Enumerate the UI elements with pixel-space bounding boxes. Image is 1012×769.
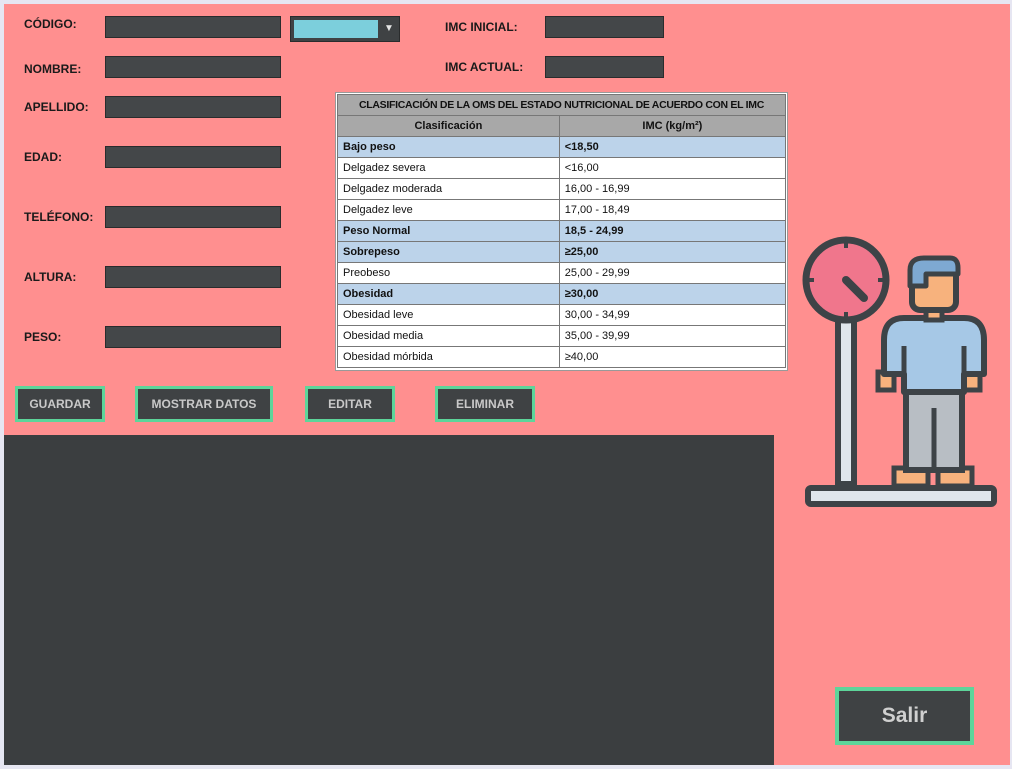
imc-actual-field[interactable] bbox=[545, 56, 664, 78]
imc-row-value: 16,00 - 16,99 bbox=[558, 178, 787, 200]
data-output-area[interactable] bbox=[4, 435, 774, 765]
imc-row-value: 18,5 - 24,99 bbox=[558, 220, 787, 242]
imc-row-value: 25,00 - 29,99 bbox=[558, 262, 787, 284]
edad-field[interactable] bbox=[105, 146, 281, 168]
codigo-combobox[interactable]: ▼ bbox=[290, 16, 400, 42]
imc-row-classification: Peso Normal bbox=[337, 220, 560, 242]
combobox-selected-value bbox=[294, 20, 378, 38]
peso-label: PESO: bbox=[24, 330, 62, 344]
imc-table-row: Obesidad media 35,00 - 39,99 bbox=[337, 325, 787, 347]
imc-inicial-label: IMC INICIAL: bbox=[445, 20, 518, 34]
altura-field[interactable] bbox=[105, 266, 281, 288]
imc-table-row: Obesidad ≥30,00 bbox=[337, 283, 787, 305]
edad-label: EDAD: bbox=[24, 150, 62, 164]
imc-inicial-input[interactable] bbox=[546, 17, 663, 37]
codigo-label: CÓDIGO: bbox=[24, 17, 77, 31]
imc-header-value: IMC (kg/m²) bbox=[558, 115, 787, 137]
imc-row-classification: Obesidad bbox=[337, 283, 560, 305]
imc-row-value: 30,00 - 34,99 bbox=[558, 304, 787, 326]
guardar-button[interactable]: GUARDAR bbox=[15, 386, 105, 422]
imc-row-value: ≥30,00 bbox=[558, 283, 787, 305]
imc-classification-table: CLASIFICACIÓN DE LA OMS DEL ESTADO NUTRI… bbox=[335, 92, 788, 371]
imc-table-row: Sobrepeso ≥25,00 bbox=[337, 241, 787, 263]
imc-row-classification: Delgadez moderada bbox=[337, 178, 560, 200]
imc-table-row: Delgadez severa <16,00 bbox=[337, 157, 787, 179]
telefono-field[interactable] bbox=[105, 206, 281, 228]
imc-row-value: <18,50 bbox=[558, 136, 787, 158]
altura-input[interactable] bbox=[106, 267, 280, 287]
imc-table-row: Preobeso 25,00 - 29,99 bbox=[337, 262, 787, 284]
triangle-down-icon[interactable]: ▼ bbox=[381, 20, 397, 38]
person-on-scale-icon bbox=[802, 236, 997, 507]
imc-row-classification: Obesidad mórbida bbox=[337, 346, 560, 368]
peso-field[interactable] bbox=[105, 326, 281, 348]
imc-row-classification: Preobeso bbox=[337, 262, 560, 284]
imc-row-value: ≥25,00 bbox=[558, 241, 787, 263]
imc-row-classification: Obesidad media bbox=[337, 325, 560, 347]
imc-row-classification: Delgadez severa bbox=[337, 157, 560, 179]
nombre-field[interactable] bbox=[105, 56, 281, 78]
editar-button[interactable]: EDITAR bbox=[305, 386, 395, 422]
imc-table-row: Peso Normal 18,5 - 24,99 bbox=[337, 220, 787, 242]
telefono-label: TELÉFONO: bbox=[24, 210, 94, 224]
apellido-label: APELLIDO: bbox=[24, 100, 89, 114]
salir-button[interactable]: Salir bbox=[835, 687, 974, 745]
apellido-field[interactable] bbox=[105, 96, 281, 118]
imc-table-row: Obesidad leve 30,00 - 34,99 bbox=[337, 304, 787, 326]
imc-table-row: Delgadez moderada 16,00 - 16,99 bbox=[337, 178, 787, 200]
apellido-input[interactable] bbox=[106, 97, 280, 117]
nombre-label: NOMBRE: bbox=[24, 62, 82, 76]
imc-table-row: Obesidad mórbida ≥40,00 bbox=[337, 346, 787, 368]
imc-table-row: Bajo peso <18,50 bbox=[337, 136, 787, 158]
imc-row-value: 35,00 - 39,99 bbox=[558, 325, 787, 347]
imc-row-value: ≥40,00 bbox=[558, 346, 787, 368]
imc-row-classification: Obesidad leve bbox=[337, 304, 560, 326]
imc-row-classification: Sobrepeso bbox=[337, 241, 560, 263]
imc-row-classification: Delgadez leve bbox=[337, 199, 560, 221]
imc-row-value: 17,00 - 18,49 bbox=[558, 199, 787, 221]
codigo-field[interactable] bbox=[105, 16, 281, 38]
peso-input[interactable] bbox=[106, 327, 280, 347]
mostrar-datos-button[interactable]: MOSTRAR DATOS bbox=[135, 386, 273, 422]
nombre-input[interactable] bbox=[106, 57, 280, 77]
eliminar-button[interactable]: ELIMINAR bbox=[435, 386, 535, 422]
altura-label: ALTURA: bbox=[24, 270, 77, 284]
imc-header-classification: Clasificación bbox=[337, 115, 560, 137]
edad-input[interactable] bbox=[106, 147, 280, 167]
imc-actual-label: IMC ACTUAL: bbox=[445, 60, 524, 74]
imc-actual-input[interactable] bbox=[546, 57, 663, 77]
imc-inicial-field[interactable] bbox=[545, 16, 664, 38]
main-panel: CÓDIGO: NOMBRE: APELLIDO: EDAD: TELÉFONO… bbox=[4, 4, 1010, 765]
imc-row-value: <16,00 bbox=[558, 157, 787, 179]
imc-table-title: CLASIFICACIÓN DE LA OMS DEL ESTADO NUTRI… bbox=[337, 94, 786, 116]
codigo-input[interactable] bbox=[106, 17, 280, 37]
imc-row-classification: Bajo peso bbox=[337, 136, 560, 158]
imc-table-row: Delgadez leve 17,00 - 18,49 bbox=[337, 199, 787, 221]
telefono-input[interactable] bbox=[106, 207, 280, 227]
